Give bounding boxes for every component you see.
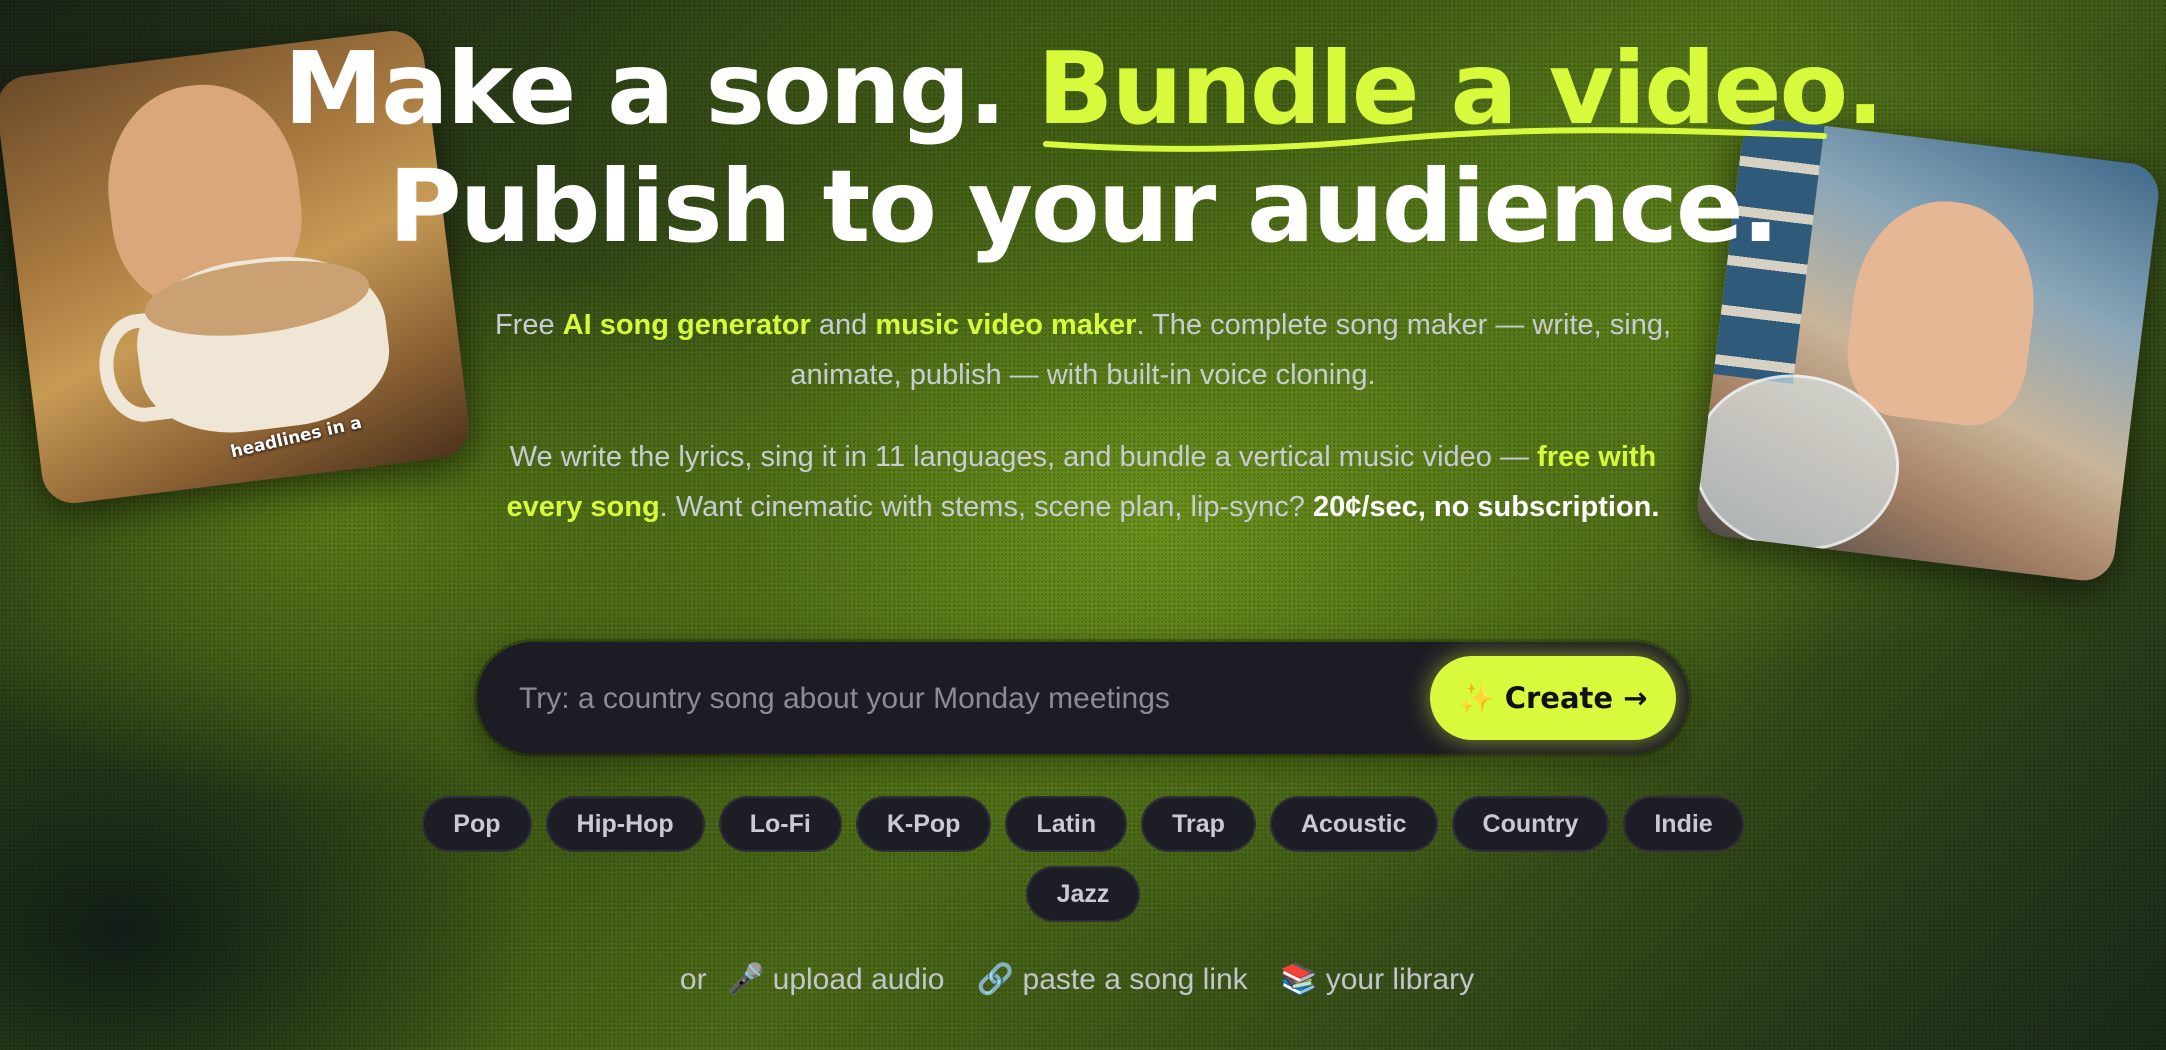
intro-paragraph-1: Free AI song generator and music video m… xyxy=(483,300,1683,400)
alt-prefix: or xyxy=(679,963,707,996)
upload-audio-label: upload audio xyxy=(772,963,945,996)
hero-line2: Publish to your audience. xyxy=(388,148,1779,265)
microphone-icon: 🎤 xyxy=(726,963,765,996)
alternate-input-links: or 🎤 upload audio 🔗 paste a song link 📚 … xyxy=(0,962,2166,997)
hero-line1: Make a song. xyxy=(283,30,1007,147)
intro-text: Free xyxy=(494,309,563,341)
genre-chip-trap[interactable]: Trap xyxy=(1141,796,1256,852)
library-link[interactable]: 📚 your library xyxy=(1280,962,1474,997)
intro-paragraph-2: We write the lyrics, sing it in 11 langu… xyxy=(483,432,1683,532)
genre-chip-k-pop[interactable]: K-Pop xyxy=(855,796,992,852)
upload-audio-link[interactable]: 🎤 upload audio xyxy=(727,962,945,997)
genre-chip-jazz[interactable]: Jazz xyxy=(1025,866,1141,922)
intro-text: . Want cinematic with stems, scene plan,… xyxy=(659,491,1313,523)
genre-chip-latin[interactable]: Latin xyxy=(1005,796,1128,852)
genre-chip-lo-fi[interactable]: Lo-Fi xyxy=(718,796,842,852)
music-video-maker-highlight: music video maker xyxy=(875,309,1137,341)
intro-text: and xyxy=(810,309,876,341)
link-icon: 🔗 xyxy=(976,963,1015,996)
song-prompt-bar: ✨ Create → xyxy=(477,642,1689,754)
pricing-highlight: 20¢/sec, no subscription. xyxy=(1312,491,1660,523)
create-button[interactable]: ✨ Create → xyxy=(1430,656,1676,740)
paste-song-link[interactable]: 🔗 paste a song link xyxy=(977,962,1248,997)
ai-song-generator-highlight: AI song generator xyxy=(562,309,811,341)
genre-chip-country[interactable]: Country xyxy=(1451,796,1610,852)
genre-chip-pop[interactable]: Pop xyxy=(422,796,532,852)
genre-chip-hip-hop[interactable]: Hip-Hop xyxy=(545,796,705,852)
accent-underline xyxy=(1043,127,1827,152)
genre-chip-acoustic[interactable]: Acoustic xyxy=(1269,796,1438,852)
books-icon: 📚 xyxy=(1280,963,1318,996)
paste-song-link-label: paste a song link xyxy=(1022,963,1248,996)
genre-chip-indie[interactable]: Indie xyxy=(1623,796,1744,852)
song-prompt-input[interactable] xyxy=(517,668,1421,730)
intro-text: We write the lyrics, sing it in 11 langu… xyxy=(509,441,1538,473)
library-label: your library xyxy=(1325,963,1475,996)
genre-chips: Pop Hip-Hop Lo-Fi K-Pop Latin Trap Acous… xyxy=(410,796,1756,922)
